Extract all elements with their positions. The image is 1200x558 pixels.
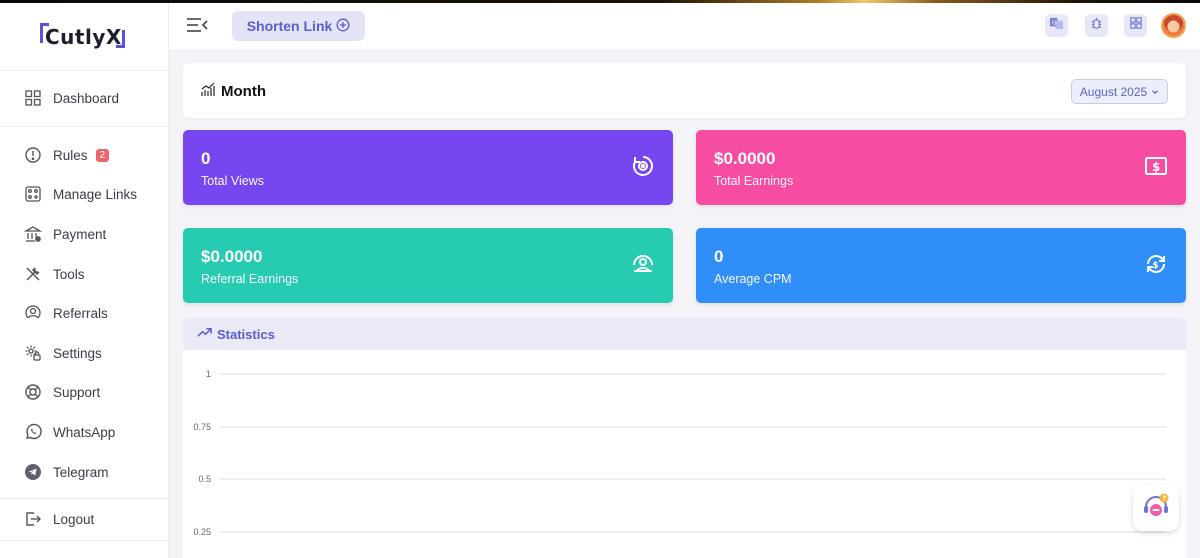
sidebar-item-rules[interactable]: Rules 2 (24, 143, 110, 167)
stat-value: $0.0000 (201, 247, 263, 266)
views-icon (631, 154, 655, 178)
sidebar-item-payment[interactable]: Payment (24, 222, 106, 246)
stat-value: 0 (714, 247, 724, 266)
sidebar-item-label: Payment (53, 226, 107, 242)
referrals-icon (24, 304, 42, 322)
trending-up-icon (197, 325, 212, 343)
sidebar-item-dashboard[interactable]: Dashboard (24, 86, 119, 110)
statistics-chart: 1 0.75 0.5 0.25 (193, 369, 1166, 537)
sidebar-divider (0, 126, 169, 127)
lifebuoy-icon (24, 383, 42, 401)
sidebar-item-settings[interactable]: Settings (24, 341, 102, 365)
tools-icon (24, 265, 42, 283)
stat-card-referral-earnings: $0.0000 Referral Earnings (183, 228, 673, 303)
chat-support-icon: ? (1140, 490, 1172, 527)
sidebar-item-whatsapp[interactable]: WhatsApp (24, 420, 115, 444)
stat-label: Total Views (201, 174, 264, 188)
sidebar-divider (0, 70, 169, 71)
sidebar-item-tools[interactable]: Tools (24, 262, 85, 286)
rules-count-badge: 2 (95, 148, 110, 162)
y-tick-label: 0.5 (198, 474, 211, 484)
bar-chart-icon (200, 81, 216, 101)
telegram-icon (24, 463, 42, 481)
support-chat-button[interactable]: ? (1133, 485, 1179, 531)
statistics-panel: Statistics 1 0.75 0.5 0.25 (183, 318, 1186, 558)
links-icon (24, 185, 42, 203)
top-header: Shorten Link G (169, 3, 1200, 49)
month-card: Month August 2025 (183, 63, 1186, 118)
dollar-refresh-icon: $ (1144, 252, 1168, 276)
chevron-down-icon (1151, 85, 1159, 99)
dashboard-grid-icon (24, 89, 42, 107)
bug-icon (1089, 16, 1104, 36)
debug-button[interactable] (1085, 14, 1108, 37)
stat-card-total-earnings: $0.0000 Total Earnings $ (696, 130, 1186, 205)
y-tick-label: 1 (206, 369, 211, 379)
sidebar-item-referrals[interactable]: Referrals (24, 301, 108, 325)
stat-value: 0 (201, 149, 211, 168)
stat-value: $0.0000 (714, 149, 776, 168)
sidebar-item-label: Dashboard (53, 90, 120, 106)
svg-text:?: ? (1162, 494, 1166, 502)
y-tick-label: 0.75 (193, 422, 211, 432)
sidebar-item-label: Rules (53, 147, 88, 163)
month-select-value: August 2025 (1079, 84, 1148, 99)
stat-card-total-views: 0 Total Views (183, 130, 673, 205)
statistics-title: Statistics (217, 326, 275, 342)
svg-text:$: $ (1152, 160, 1160, 174)
stat-card-average-cpm: 0 Average CPM $ (696, 228, 1186, 303)
alert-circle-icon (24, 146, 42, 164)
stat-label: Referral Earnings (201, 272, 299, 286)
logo-text: CutlyX (45, 25, 122, 49)
sidebar-item-label: Settings (53, 345, 102, 361)
statistics-header: Statistics (183, 318, 1186, 350)
logo-bracket-right (116, 30, 125, 48)
sidebar: CutlyX Dashboard Rules 2 Manage Links Pa… (0, 3, 169, 558)
apps-button[interactable] (1124, 14, 1147, 37)
sidebar-item-logout[interactable]: Logout (24, 507, 94, 531)
menu-collapse-icon[interactable] (186, 16, 208, 34)
svg-text:G: G (1052, 20, 1056, 26)
shorten-link-label: Shorten Link (246, 18, 333, 34)
sidebar-item-label: Logout (53, 511, 95, 527)
sidebar-item-manage-links[interactable]: Manage Links (24, 182, 137, 206)
shorten-link-button[interactable]: Shorten Link (232, 11, 365, 41)
sidebar-item-label: Telegram (53, 464, 109, 480)
sidebar-item-label: WhatsApp (53, 424, 116, 440)
sidebar-item-telegram[interactable]: Telegram (24, 460, 109, 484)
sidebar-item-label: Support (53, 384, 101, 400)
month-heading: Month (200, 81, 266, 101)
stat-label: Average CPM (714, 272, 792, 286)
translate-icon: G (1049, 16, 1064, 36)
stat-label: Total Earnings (714, 174, 794, 188)
settings-icon (24, 344, 42, 362)
logout-icon (24, 510, 42, 528)
month-select[interactable]: August 2025 (1071, 79, 1168, 104)
sidebar-item-label: Manage Links (53, 186, 138, 202)
plus-circle-icon (336, 18, 350, 35)
user-avatar[interactable] (1161, 13, 1186, 38)
sidebar-item-support[interactable]: Support (24, 380, 100, 404)
sidebar-item-label: Referrals (53, 305, 108, 321)
whatsapp-icon (24, 423, 42, 441)
month-title: Month (221, 82, 266, 100)
svg-text:$: $ (1153, 261, 1159, 271)
apps-grid-icon (1129, 16, 1143, 35)
referral-group-icon (631, 252, 655, 276)
sidebar-item-label: Tools (53, 266, 85, 282)
dollar-note-icon: $ (1144, 154, 1168, 178)
logo[interactable]: CutlyX (40, 22, 132, 52)
sidebar-divider (0, 540, 169, 541)
y-tick-label: 0.25 (193, 527, 211, 537)
sidebar-divider (0, 498, 169, 499)
translate-button[interactable]: G (1045, 14, 1068, 37)
bank-icon (24, 225, 42, 243)
